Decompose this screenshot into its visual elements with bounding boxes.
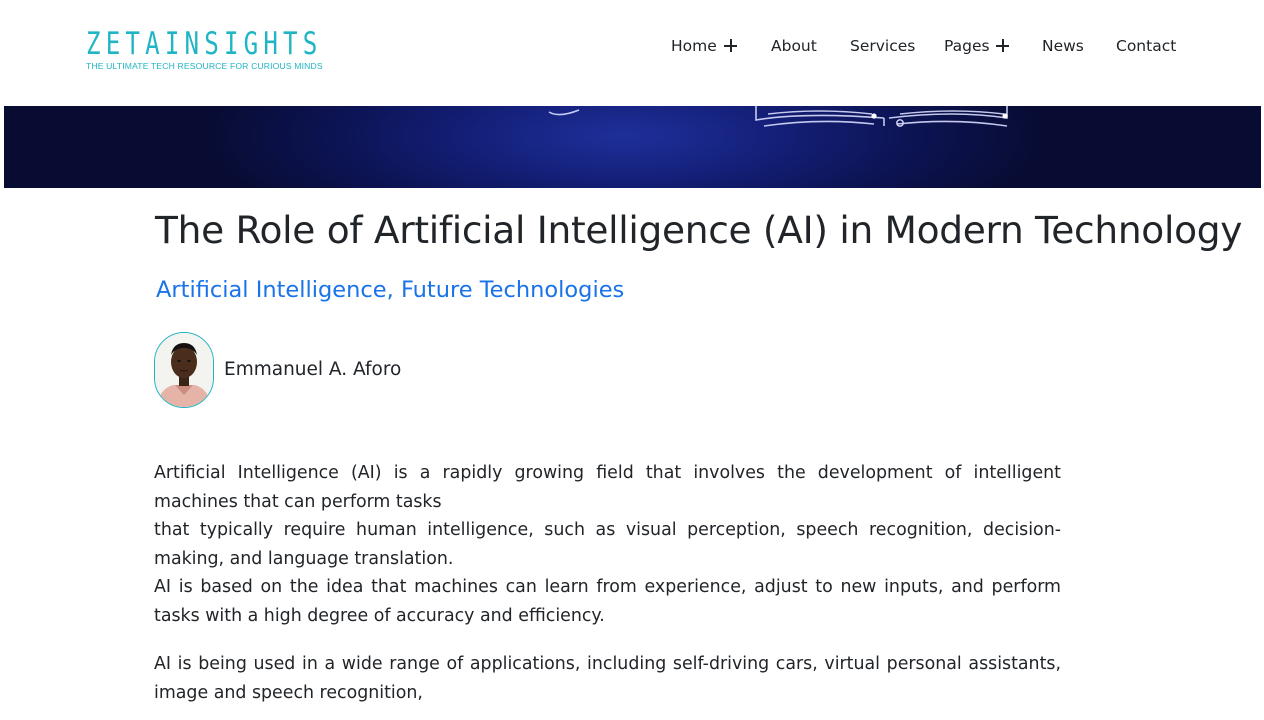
text-line: AI is based on the idea that machines ca… xyxy=(154,577,1061,626)
nav-label: Home xyxy=(671,37,717,55)
page: ZETAINSIGHTS THE ULTIMATE TECH RESOURCE … xyxy=(4,0,1261,720)
paragraph: AI is being used in a wide range of appl… xyxy=(154,650,1061,707)
nav-item-pages[interactable]: Pages xyxy=(944,34,1009,58)
category-separator: , xyxy=(386,277,401,303)
category-link[interactable]: Future Technologies xyxy=(401,277,624,303)
text-line: AI is being used in a wide range of appl… xyxy=(154,654,1061,703)
nav-item-contact[interactable]: Contact xyxy=(1116,34,1176,58)
logo-tagline: THE ULTIMATE TECH RESOURCE FOR CURIOUS M… xyxy=(86,61,323,71)
text-line: that typically require human intelligenc… xyxy=(154,520,1061,569)
text-line: Artificial Intelligence (AI) is a rapidl… xyxy=(154,463,1061,512)
author-name[interactable]: Emmanuel A. Aforo xyxy=(224,359,401,380)
nav-label: Contact xyxy=(1116,37,1177,55)
hero-banner-image xyxy=(4,106,1261,188)
nav-label: Pages xyxy=(944,37,990,55)
author-photo xyxy=(155,333,213,407)
nav-item-home[interactable]: Home xyxy=(671,34,737,58)
site-header: ZETAINSIGHTS THE ULTIMATE TECH RESOURCE … xyxy=(4,0,1261,106)
plus-icon[interactable] xyxy=(996,39,1009,52)
nav-item-services[interactable]: Services xyxy=(850,34,915,58)
article-body: Artificial Intelligence (AI) is a rapidl… xyxy=(154,459,1061,720)
plus-icon[interactable] xyxy=(724,39,737,52)
article-title: The Role of Artificial Intelligence (AI)… xyxy=(155,208,1243,252)
nav-label: Services xyxy=(850,37,916,55)
logo-wordmark: ZETAINSIGHTS xyxy=(86,26,323,62)
article-categories: Artificial Intelligence, Future Technolo… xyxy=(156,277,624,303)
nav-item-news[interactable]: News xyxy=(1042,34,1084,58)
nav-label: News xyxy=(1042,37,1084,55)
nav-label: About xyxy=(771,37,817,55)
category-link[interactable]: Artificial Intelligence xyxy=(156,277,387,303)
circuit-book-illustration xyxy=(548,106,1008,127)
paragraph: Artificial Intelligence (AI) is a rapidl… xyxy=(154,459,1061,630)
site-logo[interactable]: ZETAINSIGHTS THE ULTIMATE TECH RESOURCE … xyxy=(86,26,389,71)
nav-item-about[interactable]: About xyxy=(771,34,817,58)
author-avatar[interactable] xyxy=(154,332,214,408)
